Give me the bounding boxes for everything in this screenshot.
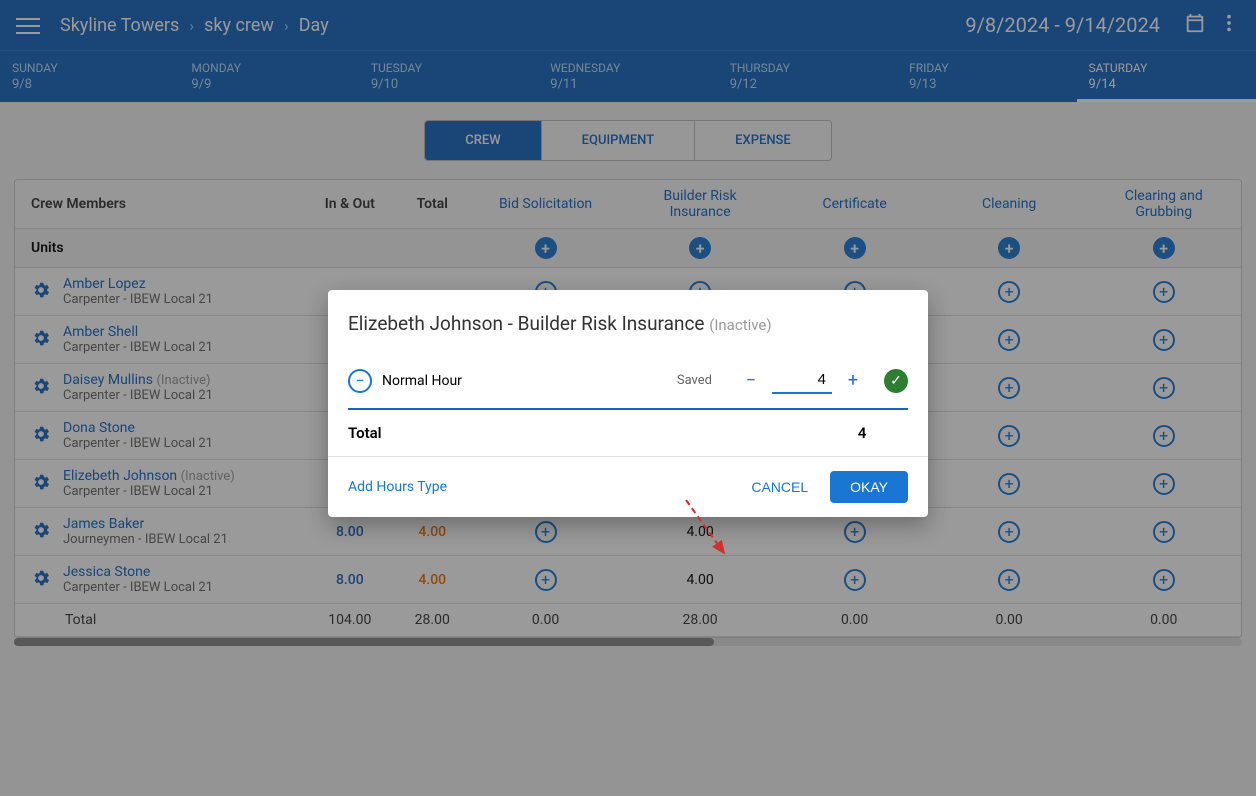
remove-hour-type-button[interactable]: − [348,369,372,393]
okay-button[interactable]: OKAY [830,471,908,503]
hours-modal: Elizebeth Johnson - Builder Risk Insuran… [328,290,928,517]
hour-value-input[interactable] [772,367,832,394]
cancel-button[interactable]: CANCEL [737,471,822,503]
add-hours-type-link[interactable]: Add Hours Type [348,479,737,495]
modal-title: Elizebeth Johnson - Builder Risk Insuran… [328,290,928,353]
modal-total-label: Total [348,424,816,442]
modal-total-value: 4 [816,424,908,442]
confirm-check-icon[interactable]: ✓ [884,369,908,393]
increment-button[interactable]: + [842,370,864,392]
saved-status: Saved [677,373,712,388]
hour-type-label: Normal Hour [382,373,667,389]
decrement-button[interactable]: − [740,370,762,392]
